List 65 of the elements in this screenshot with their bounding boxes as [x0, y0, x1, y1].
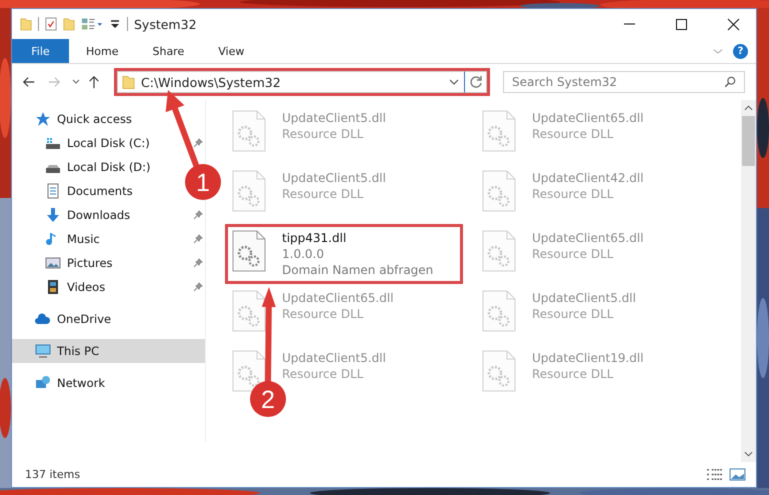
folder-icon[interactable] [20, 16, 32, 32]
search-icon [724, 76, 736, 88]
properties-icon[interactable] [45, 16, 57, 32]
step-badge [250, 381, 286, 417]
sidebar-item[interactable]: This PC [12, 339, 205, 363]
folder-icon [122, 74, 135, 90]
forward-icon[interactable] [47, 75, 61, 89]
file-detail: 1.0.0.0 [282, 246, 325, 262]
scroll-up-icon[interactable] [744, 105, 753, 111]
refresh-icon[interactable] [465, 71, 487, 93]
sidebar-item[interactable]: Videos [12, 275, 110, 299]
network-icon [35, 375, 51, 391]
back-icon[interactable] [22, 75, 36, 89]
sidebar-item[interactable]: Music [12, 227, 104, 251]
view-icon[interactable] [81, 16, 103, 32]
scroll-down-icon[interactable] [744, 451, 753, 457]
file-detail: Resource DLL [282, 186, 364, 202]
document-icon [45, 183, 61, 199]
sidebar-item[interactable]: Network [12, 371, 110, 395]
file-detail: Resource DLL [532, 366, 614, 382]
sidebar-item[interactable]: Pictures [12, 251, 117, 275]
cloud-icon [35, 311, 51, 327]
help-button[interactable]: ? [733, 44, 748, 58]
window-title: System32 [134, 16, 197, 32]
file-detail: Resource DLL [532, 246, 614, 262]
pictures-icon [45, 255, 61, 271]
folder-icon[interactable] [63, 16, 75, 32]
file-name[interactable]: tipp431.dll [282, 230, 434, 246]
tiles-view-icon[interactable] [729, 468, 746, 481]
scroll-thumb[interactable] [742, 116, 755, 166]
ribbon-tab[interactable]: View [201, 39, 262, 63]
sidebar-item[interactable]: Documents [12, 179, 137, 203]
star-icon [35, 111, 51, 127]
file-detail: Domain Namen abfragen [282, 262, 434, 278]
file-detail: Resource DLL [282, 306, 364, 322]
details-view-icon[interactable] [706, 468, 723, 481]
scrollbar[interactable] [741, 100, 756, 462]
file-detail: Resource DLL [532, 126, 614, 142]
dropdown-icon[interactable] [449, 79, 459, 85]
chevron-icon[interactable] [72, 79, 80, 85]
address-field[interactable]: C:\Windows\System32 [117, 71, 465, 93]
file-detail: Resource DLL [532, 186, 614, 202]
step-number: 2 [261, 386, 275, 414]
file-detail: Resource DLL [532, 306, 614, 322]
videos-icon [45, 279, 61, 295]
pc-icon [35, 343, 51, 359]
sidebar-item[interactable]: Downloads [12, 203, 134, 227]
ribbon-tab[interactable]: Home [69, 39, 136, 63]
sidebar-item[interactable]: Local Disk (C:) [12, 131, 154, 155]
step-number: 1 [196, 169, 210, 197]
systemdrive-icon [45, 135, 61, 151]
download-icon [45, 207, 61, 223]
sidebar-item[interactable]: Quick access [12, 107, 136, 131]
sidebar-item[interactable]: Local Disk (D:) [12, 155, 155, 179]
ribbon-tab[interactable]: File [12, 39, 69, 63]
search-field[interactable]: Search System32 [503, 71, 745, 93]
up-icon[interactable] [87, 75, 101, 89]
chevron-icon[interactable] [713, 48, 723, 54]
file-detail: Resource DLL [282, 126, 364, 142]
item-count: 137 items [25, 468, 80, 481]
file-detail: Resource DLL [282, 366, 364, 382]
ribbon-tab[interactable]: Share [135, 39, 202, 63]
step-badge [185, 164, 221, 200]
sidebar-item[interactable]: OneDrive [12, 307, 116, 331]
dll-file-icon[interactable] [232, 230, 266, 272]
